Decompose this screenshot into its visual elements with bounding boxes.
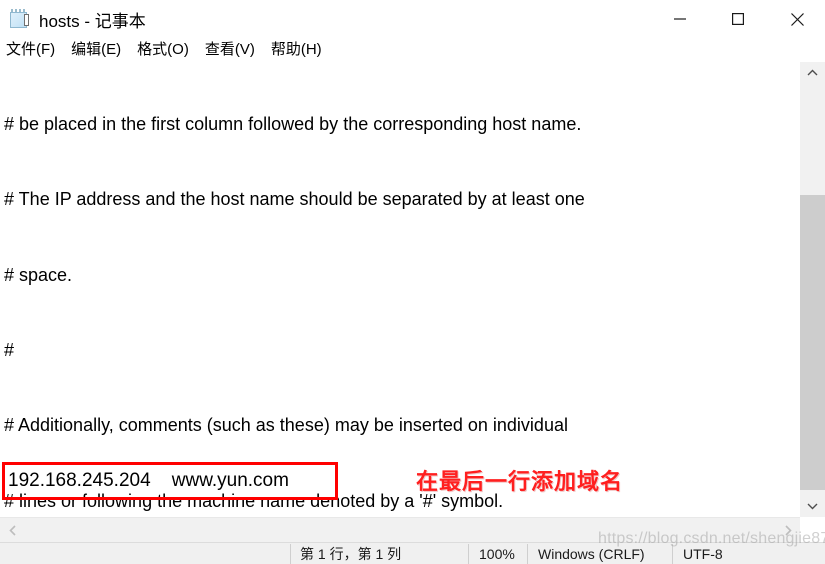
notepad-icon bbox=[9, 9, 29, 29]
text-editor[interactable]: # be placed in the first column followed… bbox=[0, 62, 825, 517]
status-separator bbox=[527, 544, 528, 564]
chevron-up-icon bbox=[807, 69, 818, 76]
close-icon bbox=[790, 12, 804, 26]
editor-text-lines: # be placed in the first column followed… bbox=[4, 62, 794, 517]
status-cursor-position: 第 1 行，第 1 列 bbox=[300, 545, 402, 562]
chevron-left-icon bbox=[8, 524, 16, 536]
vertical-scrollbar[interactable] bbox=[800, 62, 825, 517]
scroll-left-button[interactable] bbox=[0, 518, 25, 542]
title-bar[interactable]: hosts - 记事本 bbox=[0, 0, 825, 38]
minimize-button[interactable] bbox=[657, 0, 703, 38]
notepad-window: hosts - 记事本 文件(F) 编辑(E) 格式(O) 查看(V) 帮助(H… bbox=[0, 0, 825, 564]
maximize-button[interactable] bbox=[715, 0, 761, 38]
vertical-scrollbar-thumb[interactable] bbox=[800, 195, 825, 490]
menu-item-help[interactable]: 帮助(H) bbox=[271, 40, 322, 60]
status-separator bbox=[468, 544, 469, 564]
status-separator bbox=[290, 544, 291, 564]
editor-line: # Additionally, comments (such as these)… bbox=[4, 415, 568, 436]
status-zoom-level[interactable]: 100% bbox=[479, 543, 515, 564]
chevron-down-icon bbox=[807, 503, 818, 510]
scroll-up-button[interactable] bbox=[800, 62, 825, 84]
scroll-down-button[interactable] bbox=[800, 495, 825, 517]
watermark-text: https://blog.csdn.net/shengjie87 bbox=[598, 530, 825, 547]
annotation-text: 在最后一行添加域名 bbox=[416, 469, 624, 494]
window-title: hosts - 记事本 bbox=[39, 11, 146, 31]
minimize-icon bbox=[674, 18, 686, 20]
menu-item-edit[interactable]: 编辑(E) bbox=[71, 40, 121, 60]
menu-item-view[interactable]: 查看(V) bbox=[205, 40, 255, 60]
editor-line: # space. bbox=[4, 264, 73, 285]
editor-line: # be placed in the first column followed… bbox=[4, 114, 582, 135]
menu-item-file[interactable]: 文件(F) bbox=[6, 40, 55, 60]
menu-item-format[interactable]: 格式(O) bbox=[137, 40, 189, 60]
editor-line: # The IP address and the host name shoul… bbox=[4, 189, 585, 210]
editor-line: # bbox=[4, 340, 15, 361]
maximize-icon bbox=[732, 13, 744, 25]
highlight-rectangle bbox=[2, 462, 338, 500]
close-button[interactable] bbox=[774, 0, 820, 38]
menu-bar: 文件(F) 编辑(E) 格式(O) 查看(V) 帮助(H) bbox=[0, 38, 825, 62]
